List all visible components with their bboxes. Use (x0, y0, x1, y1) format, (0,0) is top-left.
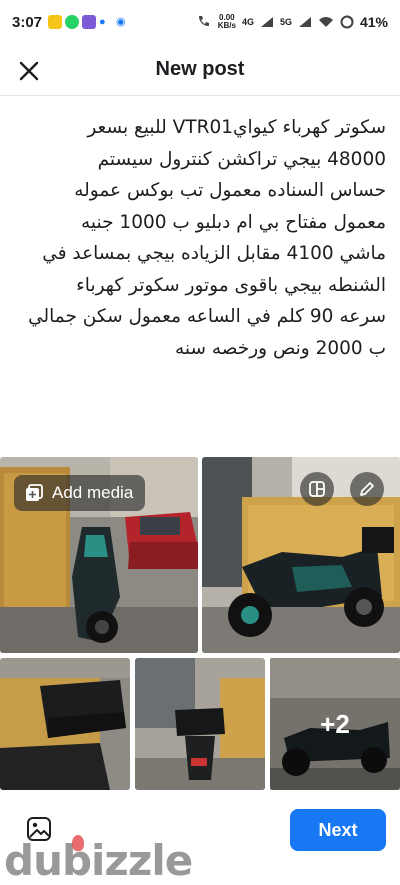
network-4g: 4G (241, 17, 254, 27)
post-line: حساس السناده معمول تب بوكس عموله (74, 180, 386, 201)
status-time: 3:07 (12, 13, 43, 31)
add-photo-icon (26, 484, 43, 501)
app-icon (82, 15, 97, 29)
post-line: سكوتر كهرباء كيواي‎VTR01‎ للبيع بسعر (87, 117, 386, 138)
dubizzle-watermark: dubizzle (4, 836, 193, 885)
status-right: 0.00 KB/s 4G 5G 41% (196, 14, 388, 30)
media-photo-3[interactable] (0, 658, 130, 790)
wifi-icon (318, 17, 333, 27)
pencil-icon (360, 482, 374, 496)
whatsapp-icon (65, 15, 80, 29)
status-bar: 3:07 ● ◉ 0.00 KB/s 4G 5G 41% (0, 0, 400, 44)
notification-icons: ● ◉ (48, 15, 130, 29)
post-line: سرعه 90 كلم في الساعه معمول سكن جمالي (28, 306, 386, 327)
add-media-button[interactable]: Add media (14, 475, 146, 511)
signal-icon (260, 17, 273, 27)
snapchat-icon (48, 15, 63, 29)
watermark-flame-icon (72, 835, 84, 851)
add-media-label: Add media (52, 483, 134, 502)
post-line: 48000 بيجي تراكشن كنترول سيستم (97, 148, 386, 170)
media-photo-4[interactable] (135, 658, 265, 790)
call-icon (198, 16, 209, 26)
battery-level: 41% (359, 14, 388, 30)
network-5g: 5G (279, 17, 292, 27)
post-line: الشنطه بيجي باقوى موتور سكوتر كهرباء (76, 274, 386, 296)
data-speed: 0.00 KB/s (217, 13, 236, 30)
post-line: معمول مفتاح بي ام دبليو ب 1000 جنيه (81, 211, 386, 233)
battery-icon (340, 15, 354, 29)
post-line: ماشي 4100 مقابل الزياده بيجي بمساعد في (42, 243, 386, 264)
edit-button[interactable] (350, 472, 384, 506)
grid-layout-icon (309, 481, 325, 497)
messenger-icon: ◉ (116, 16, 126, 28)
more-photos-overlay[interactable]: +2 (270, 658, 400, 790)
post-text-input[interactable]: سكوتر كهرباء كيواي‎VTR01‎ للبيع بسعر 480… (14, 112, 386, 364)
page-title: New post (155, 58, 245, 80)
signal-icon-2 (298, 17, 311, 27)
layout-button[interactable] (300, 472, 334, 506)
topbox-photo (0, 658, 130, 790)
scooter-rear-photo (135, 658, 265, 790)
post-line: ب 2000 ونص ورخصه سنه (174, 337, 386, 359)
chat-icon: ● (99, 16, 106, 28)
next-button[interactable]: Next (290, 809, 386, 851)
header: New post (0, 44, 400, 96)
